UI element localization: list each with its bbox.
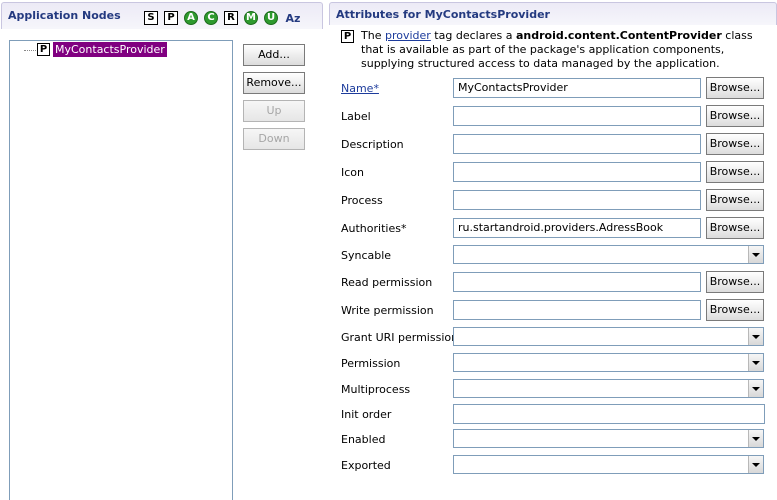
syncable-label: Syncable [341,249,392,262]
read-permission-field[interactable] [453,272,701,292]
attributes-panel: Attributes for MyContactsProvider P The … [329,2,777,499]
authorities-row: Authorities* ru.startandroid.providers.A… [329,217,777,240]
process-field[interactable] [453,190,701,210]
provider-node-icon[interactable]: P [164,11,178,25]
label-browse-button[interactable]: Browse... [706,105,764,127]
name-row: Name* MyContactsProvider Browse... [329,77,777,100]
up-button[interactable]: Up [243,100,305,122]
syncable-row: Syncable [329,245,777,267]
read-permission-row: Read permission Browse... [329,271,777,294]
icon-field[interactable] [453,162,701,182]
name-label[interactable]: Name* [341,82,379,95]
add-button[interactable]: Add... [243,44,305,66]
grant-uri-select[interactable] [453,327,764,346]
description-browse-button[interactable]: Browse... [706,133,764,155]
provider-icon: P [341,30,354,43]
authorities-browse-button[interactable]: Browse... [706,217,764,239]
name-field[interactable]: MyContactsProvider [453,78,701,98]
authorities-field[interactable]: ru.startandroid.providers.AdressBook [453,218,701,238]
write-permission-field[interactable] [453,300,701,320]
provider-doc-link[interactable]: provider [385,29,431,42]
init-order-field[interactable] [453,404,765,424]
remove-button[interactable]: Remove... [243,72,305,94]
desc-text: tag declares a [430,29,516,42]
activity-node-icon[interactable]: A [184,11,198,25]
exported-select[interactable] [453,455,764,474]
down-button[interactable]: Down [243,128,305,150]
sort-az-icon[interactable]: Az [284,11,302,25]
multiprocess-label: Multiprocess [341,383,411,396]
application-nodes-header: Application Nodes S P A C R M U Az [1,2,323,29]
init-order-label: Init order [341,408,392,421]
provider-icon: P [37,43,50,56]
read-permission-browse-button[interactable]: Browse... [706,271,764,293]
enabled-label: Enabled [341,433,386,446]
init-order-row: Init order [329,404,777,426]
read-permission-label: Read permission [341,276,433,289]
meta-data-node-icon[interactable]: M [244,11,258,25]
grant-uri-label: Grant URI permissions [341,331,464,344]
process-row: Process Browse... [329,189,777,212]
receiver-node-icon[interactable]: R [224,11,238,25]
tree-item-mycontactsprovider[interactable]: P MyContactsProvider [37,42,167,57]
syncable-select[interactable] [453,245,764,264]
write-permission-row: Write permission Browse... [329,299,777,322]
enabled-row: Enabled [329,429,777,451]
desc-class-name: android.content.ContentProvider [515,29,722,42]
process-browse-button[interactable]: Browse... [706,189,764,211]
exported-row: Exported [329,455,777,477]
label-row: Label Browse... [329,105,777,128]
category-node-icon[interactable]: C [204,11,218,25]
attributes-title: Attributes for MyContactsProvider [336,8,550,21]
label-label: Label [341,110,371,123]
attributes-header: Attributes for MyContactsProvider [329,2,777,25]
icon-browse-button[interactable]: Browse... [706,161,764,183]
icon-label: Icon [341,166,364,179]
multiprocess-select[interactable] [453,379,764,398]
write-permission-label: Write permission [341,304,434,317]
exported-label: Exported [341,459,391,472]
uses-library-node-icon[interactable]: U [264,11,278,25]
application-nodes-title: Application Nodes [8,9,121,22]
permission-label: Permission [341,357,401,370]
service-node-icon[interactable]: S [144,11,158,25]
permission-select[interactable] [453,353,764,372]
description-label: Description [341,138,404,151]
grant-uri-row: Grant URI permissions [329,327,777,349]
application-nodes-panel: Application Nodes S P A C R M U Az P MyC… [0,0,324,500]
node-toolbar: S P A C R M U Az [144,11,302,25]
provider-description: The provider tag declares a android.cont… [361,29,771,71]
tree-item-label[interactable]: MyContactsProvider [53,42,167,57]
description-field[interactable] [453,134,701,154]
write-permission-browse-button[interactable]: Browse... [706,299,764,321]
multiprocess-row: Multiprocess [329,379,777,401]
description-row: Description Browse... [329,133,777,156]
process-label: Process [341,194,383,207]
name-browse-button[interactable]: Browse... [706,77,764,99]
desc-text: The [361,29,385,42]
icon-row: Icon Browse... [329,161,777,184]
label-field[interactable] [453,106,701,126]
permission-row: Permission [329,353,777,375]
nodes-tree[interactable]: P MyContactsProvider [9,40,233,500]
enabled-select[interactable] [453,429,764,448]
authorities-label: Authorities* [341,222,407,235]
